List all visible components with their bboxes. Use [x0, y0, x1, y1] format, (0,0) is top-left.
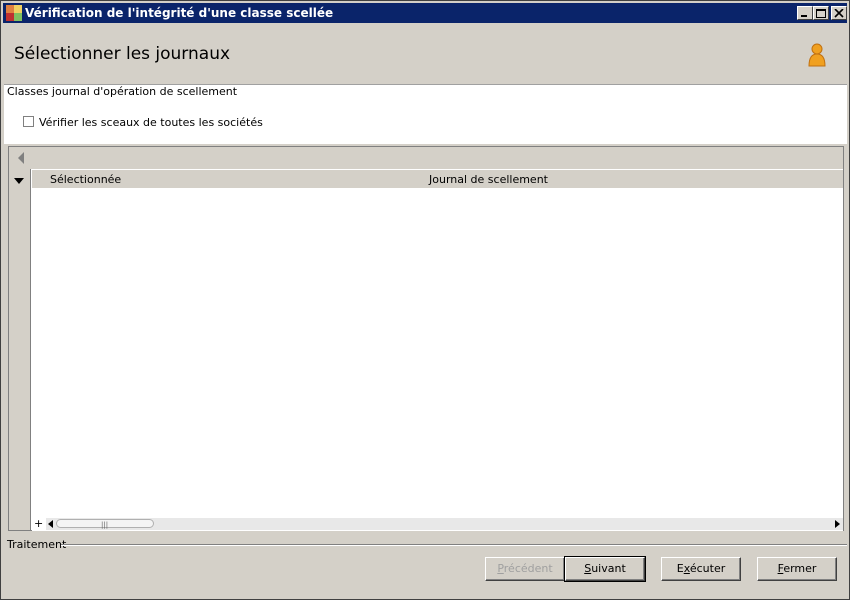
- maximize-button[interactable]: [813, 6, 829, 20]
- grid-header: Sélectionnée Journal de scellement: [32, 170, 843, 188]
- window-title: Vérification de l'intégrité d'une classe…: [25, 6, 334, 20]
- title-bar[interactable]: Vérification de l'intégrité d'une classe…: [3, 3, 847, 23]
- next-button[interactable]: Suivant: [564, 556, 646, 582]
- group-label: Classes journal d'opération de scellemen…: [7, 85, 238, 98]
- verify-all-checkbox[interactable]: [23, 116, 34, 127]
- previous-button[interactable]: Précédent: [485, 557, 565, 581]
- close-window-button[interactable]: [831, 6, 847, 20]
- collapse-left-icon[interactable]: [17, 152, 25, 164]
- maximize-icon: [816, 9, 826, 18]
- column-header-journal[interactable]: Journal de scellement: [429, 173, 548, 186]
- verify-all-label[interactable]: Vérifier les sceaux de toutes les sociét…: [39, 116, 263, 129]
- dropdown-icon[interactable]: [14, 178, 24, 184]
- options-panel: Vérifier les sceaux de toutes les sociét…: [4, 100, 847, 144]
- close-button[interactable]: Fermer: [757, 557, 837, 581]
- close-icon: [834, 9, 844, 18]
- scroll-right-icon[interactable]: [835, 520, 841, 528]
- add-row-button[interactable]: +: [34, 517, 43, 530]
- wizard-header: Sélectionner les journaux: [3, 23, 847, 83]
- minimize-icon: [801, 15, 807, 17]
- section-divider: [61, 544, 847, 546]
- horizontal-scrollbar[interactable]: |||: [46, 518, 843, 530]
- app-icon: [6, 5, 22, 21]
- page-title: Sélectionner les journaux: [14, 44, 231, 64]
- row-selector-column: [9, 169, 31, 530]
- grid-footer: + |||: [32, 517, 843, 531]
- group-header: Classes journal d'opération de scellemen…: [4, 84, 847, 100]
- journals-grid[interactable]: Sélectionnée Journal de scellement + |||: [8, 146, 844, 531]
- column-header-selected[interactable]: Sélectionnée: [50, 173, 121, 186]
- user-icon: [808, 43, 826, 67]
- processing-section-label: Traitement: [7, 538, 67, 551]
- scroll-left-icon[interactable]: [48, 520, 54, 528]
- minimize-button[interactable]: [797, 6, 813, 20]
- execute-button[interactable]: Exécuter: [661, 557, 741, 581]
- grid-toolbar: [9, 147, 843, 169]
- dialog-window: Vérification de l'intégrité d'une classe…: [0, 0, 850, 600]
- scroll-thumb[interactable]: |||: [56, 519, 154, 529]
